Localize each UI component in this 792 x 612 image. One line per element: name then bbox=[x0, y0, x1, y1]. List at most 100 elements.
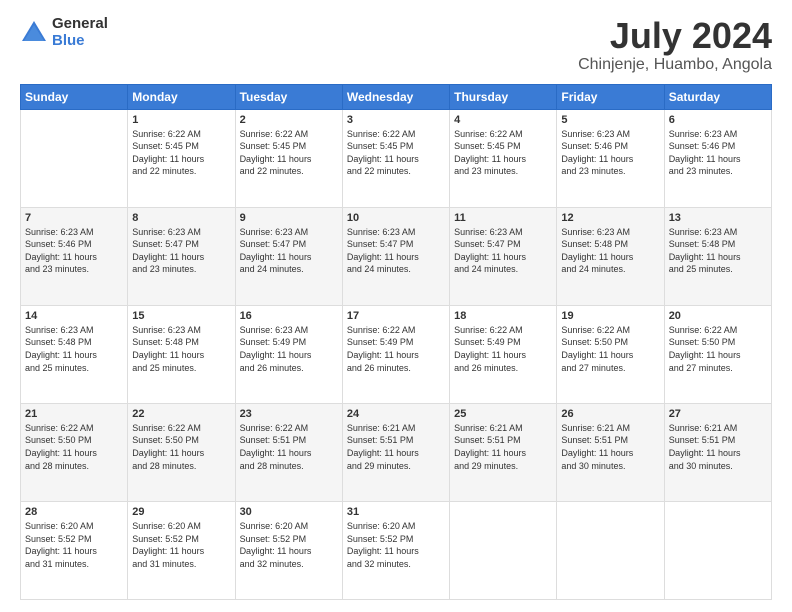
logo: General Blue bbox=[20, 16, 108, 49]
table-row: 17 Sunrise: 6:22 AM Sunset: 5:49 PM Dayli… bbox=[342, 305, 449, 403]
table-row: 21 Sunrise: 6:22 AM Sunset: 5:50 PM Dayli… bbox=[21, 403, 128, 501]
day-number: 24 bbox=[347, 408, 445, 420]
day-number: 30 bbox=[240, 506, 338, 518]
table-row: 12 Sunrise: 6:23 AM Sunset: 5:48 PM Dayli… bbox=[557, 207, 664, 305]
main-title: July 2024 bbox=[578, 16, 772, 56]
day-number: 19 bbox=[561, 310, 659, 322]
day-number: 14 bbox=[25, 310, 123, 322]
col-wednesday: Wednesday bbox=[342, 84, 449, 109]
calendar-week-row: 28 Sunrise: 6:20 AM Sunset: 5:52 PM Dayli… bbox=[21, 501, 772, 599]
table-row: 27 Sunrise: 6:21 AM Sunset: 5:51 PM Dayli… bbox=[664, 403, 771, 501]
col-sunday: Sunday bbox=[21, 84, 128, 109]
calendar-week-row: 1 Sunrise: 6:22 AM Sunset: 5:45 PM Daylig… bbox=[21, 109, 772, 207]
day-number: 25 bbox=[454, 408, 552, 420]
day-info: Sunrise: 6:22 AM Sunset: 5:45 PM Dayligh… bbox=[454, 128, 552, 178]
table-row: 6Sunrise: 6:23 AM Sunset: 5:46 PM Daylig… bbox=[664, 109, 771, 207]
table-row: 11Sunrise: 6:23 AM Sunset: 5:47 PM Dayli… bbox=[450, 207, 557, 305]
calendar-week-row: 21 Sunrise: 6:22 AM Sunset: 5:50 PM Dayli… bbox=[21, 403, 772, 501]
table-row: 31 Sunrise: 6:20 AM Sunset: 5:52 PM Dayli… bbox=[342, 501, 449, 599]
day-info: Sunrise: 6:23 AM Sunset: 5:47 PM Dayligh… bbox=[240, 226, 338, 276]
table-row: 4 Sunrise: 6:22 AM Sunset: 5:45 PM Daylig… bbox=[450, 109, 557, 207]
day-info: Sunrise: 6:23 AM Sunset: 5:48 PM Dayligh… bbox=[561, 226, 659, 276]
day-info: Sunrise: 6:21 AM Sunset: 5:51 PM Dayligh… bbox=[669, 422, 767, 472]
day-number: 12 bbox=[561, 212, 659, 224]
day-info: Sunrise: 6:23 AM Sunset: 5:47 PM Dayligh… bbox=[454, 226, 552, 276]
day-info: Sunrise: 6:22 AM Sunset: 5:50 PM Dayligh… bbox=[132, 422, 230, 472]
day-number: 5 bbox=[561, 114, 659, 126]
day-number: 21 bbox=[25, 408, 123, 420]
logo-blue-text: Blue bbox=[52, 33, 108, 50]
day-number: 7 bbox=[25, 212, 123, 224]
day-number: 3 bbox=[347, 114, 445, 126]
day-number: 28 bbox=[25, 506, 123, 518]
table-row: 22 Sunrise: 6:22 AM Sunset: 5:50 PM Dayli… bbox=[128, 403, 235, 501]
day-number: 9 bbox=[240, 212, 338, 224]
day-info: Sunrise: 6:22 AM Sunset: 5:45 PM Dayligh… bbox=[132, 128, 230, 178]
day-number: 26 bbox=[561, 408, 659, 420]
table-row: 10 Sunrise: 6:23 AM Sunset: 5:47 PM Dayli… bbox=[342, 207, 449, 305]
table-row: 15 Sunrise: 6:23 AM Sunset: 5:48 PM Dayli… bbox=[128, 305, 235, 403]
day-number: 31 bbox=[347, 506, 445, 518]
table-row: 8 Sunrise: 6:23 AM Sunset: 5:47 PM Daylig… bbox=[128, 207, 235, 305]
day-number: 15 bbox=[132, 310, 230, 322]
table-row bbox=[450, 501, 557, 599]
table-row: 13Sunrise: 6:23 AM Sunset: 5:48 PM Dayli… bbox=[664, 207, 771, 305]
day-info: Sunrise: 6:20 AM Sunset: 5:52 PM Dayligh… bbox=[25, 520, 123, 570]
calendar-week-row: 7 Sunrise: 6:23 AM Sunset: 5:46 PM Daylig… bbox=[21, 207, 772, 305]
day-info: Sunrise: 6:20 AM Sunset: 5:52 PM Dayligh… bbox=[240, 520, 338, 570]
day-info: Sunrise: 6:22 AM Sunset: 5:49 PM Dayligh… bbox=[454, 324, 552, 374]
day-number: 18 bbox=[454, 310, 552, 322]
day-info: Sunrise: 6:22 AM Sunset: 5:50 PM Dayligh… bbox=[25, 422, 123, 472]
col-thursday: Thursday bbox=[450, 84, 557, 109]
day-number: 23 bbox=[240, 408, 338, 420]
logo-icon bbox=[20, 19, 48, 47]
day-info: Sunrise: 6:21 AM Sunset: 5:51 PM Dayligh… bbox=[454, 422, 552, 472]
day-info: Sunrise: 6:21 AM Sunset: 5:51 PM Dayligh… bbox=[347, 422, 445, 472]
calendar-week-row: 14 Sunrise: 6:23 AM Sunset: 5:48 PM Dayli… bbox=[21, 305, 772, 403]
table-row: 5 Sunrise: 6:23 AM Sunset: 5:46 PM Daylig… bbox=[557, 109, 664, 207]
table-row: 24 Sunrise: 6:21 AM Sunset: 5:51 PM Dayli… bbox=[342, 403, 449, 501]
table-row bbox=[557, 501, 664, 599]
day-number: 16 bbox=[240, 310, 338, 322]
subtitle: Chinjenje, Huambo, Angola bbox=[578, 56, 772, 74]
table-row: 28 Sunrise: 6:20 AM Sunset: 5:52 PM Dayli… bbox=[21, 501, 128, 599]
day-info: Sunrise: 6:23 AM Sunset: 5:46 PM Dayligh… bbox=[561, 128, 659, 178]
col-monday: Monday bbox=[128, 84, 235, 109]
col-tuesday: Tuesday bbox=[235, 84, 342, 109]
table-row: 18 Sunrise: 6:22 AM Sunset: 5:49 PM Dayli… bbox=[450, 305, 557, 403]
calendar-table: Sunday Monday Tuesday Wednesday Thursday… bbox=[20, 84, 772, 600]
col-friday: Friday bbox=[557, 84, 664, 109]
header: General Blue July 2024 Chinjenje, Huambo… bbox=[20, 16, 772, 74]
table-row: 19 Sunrise: 6:22 AM Sunset: 5:50 PM Dayli… bbox=[557, 305, 664, 403]
day-info: Sunrise: 6:22 AM Sunset: 5:49 PM Dayligh… bbox=[347, 324, 445, 374]
table-row: 16 Sunrise: 6:23 AM Sunset: 5:49 PM Dayli… bbox=[235, 305, 342, 403]
table-row bbox=[664, 501, 771, 599]
day-info: Sunrise: 6:23 AM Sunset: 5:49 PM Dayligh… bbox=[240, 324, 338, 374]
day-number: 22 bbox=[132, 408, 230, 420]
day-number: 1 bbox=[132, 114, 230, 126]
table-row: 3 Sunrise: 6:22 AM Sunset: 5:45 PM Daylig… bbox=[342, 109, 449, 207]
day-number: 8 bbox=[132, 212, 230, 224]
day-number: 10 bbox=[347, 212, 445, 224]
day-info: Sunrise: 6:22 AM Sunset: 5:45 PM Dayligh… bbox=[347, 128, 445, 178]
day-info: Sunrise: 6:23 AM Sunset: 5:48 PM Dayligh… bbox=[132, 324, 230, 374]
logo-general-text: General bbox=[52, 16, 108, 33]
table-row: 14Sunrise: 6:23 AM Sunset: 5:48 PM Dayli… bbox=[21, 305, 128, 403]
day-number: 17 bbox=[347, 310, 445, 322]
day-info: Sunrise: 6:20 AM Sunset: 5:52 PM Dayligh… bbox=[347, 520, 445, 570]
day-number: 4 bbox=[454, 114, 552, 126]
day-info: Sunrise: 6:23 AM Sunset: 5:47 PM Dayligh… bbox=[347, 226, 445, 276]
table-row: 20Sunrise: 6:22 AM Sunset: 5:50 PM Dayli… bbox=[664, 305, 771, 403]
day-info: Sunrise: 6:20 AM Sunset: 5:52 PM Dayligh… bbox=[132, 520, 230, 570]
table-row bbox=[21, 109, 128, 207]
day-number: 29 bbox=[132, 506, 230, 518]
table-row: 9 Sunrise: 6:23 AM Sunset: 5:47 PM Daylig… bbox=[235, 207, 342, 305]
day-number: 27 bbox=[669, 408, 767, 420]
day-info: Sunrise: 6:22 AM Sunset: 5:50 PM Dayligh… bbox=[561, 324, 659, 374]
table-row: 7 Sunrise: 6:23 AM Sunset: 5:46 PM Daylig… bbox=[21, 207, 128, 305]
day-info: Sunrise: 6:23 AM Sunset: 5:47 PM Dayligh… bbox=[132, 226, 230, 276]
day-info: Sunrise: 6:22 AM Sunset: 5:50 PM Dayligh… bbox=[669, 324, 767, 374]
day-info: Sunrise: 6:23 AM Sunset: 5:46 PM Dayligh… bbox=[25, 226, 123, 276]
day-number: 2 bbox=[240, 114, 338, 126]
table-row: 23Sunrise: 6:22 AM Sunset: 5:51 PM Dayli… bbox=[235, 403, 342, 501]
